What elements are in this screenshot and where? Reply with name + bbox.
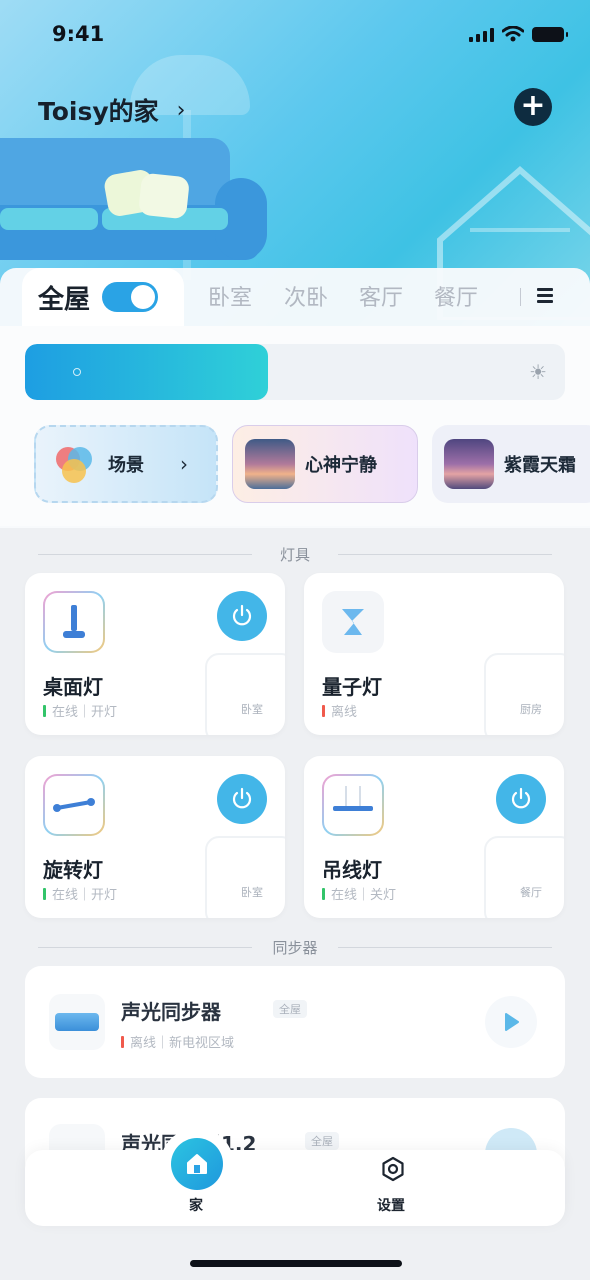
room-tag: 卧室 bbox=[241, 886, 263, 899]
plus-icon: + bbox=[520, 88, 546, 123]
device-status-text: 在线｜开灯 bbox=[52, 705, 118, 720]
brightness-fill bbox=[25, 344, 268, 400]
room-tag: 卧室 bbox=[241, 703, 263, 716]
tab-whole-house[interactable]: 全屋 bbox=[22, 268, 184, 326]
room-watermark-icon bbox=[205, 836, 285, 918]
device-name: 旋转灯 bbox=[43, 858, 103, 882]
toggle-knob bbox=[131, 285, 156, 309]
offline-indicator bbox=[121, 1035, 124, 1048]
device-status: 在线｜开灯 bbox=[43, 701, 117, 720]
online-indicator bbox=[43, 704, 46, 717]
tab-living-room[interactable]: 客厅 bbox=[359, 280, 403, 312]
gear-icon[interactable] bbox=[380, 1156, 406, 1182]
status-bar: 9:41 bbox=[0, 0, 590, 72]
device-name: 量子灯 bbox=[322, 675, 382, 699]
device-card-pendant-lamp[interactable]: 吊线灯 在线｜关灯 餐厅 bbox=[304, 756, 564, 918]
tab-divider bbox=[520, 288, 521, 306]
sync-status-text: 离线｜新电视区域 bbox=[130, 1036, 235, 1051]
brightness-slider[interactable]: ☀ bbox=[25, 344, 565, 400]
scene-color-icon bbox=[50, 443, 94, 485]
chevron-right-icon: › bbox=[176, 97, 186, 123]
room-tag: 厨房 bbox=[520, 703, 542, 716]
scene-preset-card[interactable]: 紫霞天霜 bbox=[432, 425, 590, 503]
room-watermark-icon bbox=[205, 653, 285, 735]
section-header-lights: 灯具 bbox=[38, 544, 552, 564]
scene-button[interactable]: 场景 › bbox=[34, 425, 218, 503]
brightness-handle[interactable] bbox=[73, 368, 81, 376]
sync-box-icon bbox=[49, 994, 105, 1050]
room-tag: 餐厅 bbox=[520, 886, 542, 899]
device-name: 桌面灯 bbox=[43, 675, 103, 699]
whole-house-toggle[interactable] bbox=[102, 282, 159, 312]
scene-thumbnail bbox=[444, 439, 494, 489]
scene-label: 场景 bbox=[108, 455, 144, 476]
device-card-quantum-lamp[interactable]: 量子灯 离线 厨房 bbox=[304, 573, 564, 735]
power-button[interactable] bbox=[217, 591, 267, 641]
online-indicator bbox=[43, 887, 46, 900]
power-button[interactable] bbox=[496, 774, 546, 824]
tab-whole-house-label: 全屋 bbox=[38, 284, 91, 315]
power-icon bbox=[232, 604, 252, 626]
nav-home-button[interactable] bbox=[171, 1138, 223, 1190]
power-icon bbox=[511, 787, 531, 809]
bottom-tab-bar bbox=[25, 1150, 565, 1226]
tab-second-bedroom[interactable]: 次卧 bbox=[284, 280, 328, 312]
room-watermark-icon bbox=[484, 653, 564, 735]
offline-indicator bbox=[322, 704, 325, 717]
nav-home-label[interactable]: 家 bbox=[189, 1195, 203, 1215]
sun-icon: ☀ bbox=[529, 360, 547, 384]
online-indicator bbox=[322, 887, 325, 900]
pendant-lamp-icon bbox=[322, 774, 384, 836]
sync-device-status: 离线｜新电视区域 bbox=[121, 1032, 234, 1051]
cellular-signal-icon bbox=[469, 26, 494, 42]
home-icon bbox=[187, 1154, 207, 1174]
power-icon bbox=[232, 787, 252, 809]
device-card-rotating-lamp[interactable]: 旋转灯 在线｜开灯 卧室 bbox=[25, 756, 285, 918]
battery-icon bbox=[532, 26, 568, 42]
menu-icon[interactable] bbox=[537, 288, 553, 304]
sofa-cushion bbox=[0, 208, 98, 230]
sync-device-name: 声光同步器 bbox=[121, 1000, 221, 1024]
nav-settings-label[interactable]: 设置 bbox=[377, 1195, 405, 1215]
device-status: 在线｜开灯 bbox=[43, 884, 117, 903]
section-title: 同步器 bbox=[272, 939, 318, 957]
device-status-text: 离线 bbox=[331, 705, 358, 720]
home-indicator bbox=[190, 1260, 402, 1267]
wifi-icon bbox=[502, 26, 524, 42]
scene-preset-name: 紫霞天霜 bbox=[504, 455, 576, 476]
scene-preset-name: 心神宁静 bbox=[305, 455, 377, 476]
tab-dining-room[interactable]: 餐厅 bbox=[434, 280, 478, 312]
play-icon bbox=[505, 1013, 519, 1031]
sync-room-badge: 全屋 bbox=[305, 1132, 339, 1150]
home-selector[interactable]: Toisy的家 › bbox=[38, 92, 185, 128]
status-icons bbox=[469, 26, 568, 42]
room-watermark-icon bbox=[484, 836, 564, 918]
rotating-lamp-icon bbox=[43, 774, 105, 836]
pillow-illustration bbox=[137, 172, 191, 220]
device-status-text: 在线｜开灯 bbox=[52, 888, 118, 903]
section-title: 灯具 bbox=[279, 546, 310, 564]
sync-device-card[interactable]: 声光同步器 全屋 离线｜新电视区域 bbox=[25, 966, 565, 1078]
device-status: 在线｜关灯 bbox=[322, 884, 396, 903]
scene-thumbnail bbox=[245, 439, 295, 489]
home-name: Toisy的家 bbox=[38, 97, 159, 126]
add-device-button[interactable]: + bbox=[514, 88, 552, 126]
device-card-desk-lamp[interactable]: 桌面灯 在线｜开灯 卧室 bbox=[25, 573, 285, 735]
status-time: 9:41 bbox=[52, 22, 105, 46]
sync-room-badge: 全屋 bbox=[273, 1000, 307, 1018]
power-button[interactable] bbox=[217, 774, 267, 824]
scene-preset-card[interactable]: 心神宁静 bbox=[232, 425, 418, 503]
chevron-right-icon: › bbox=[180, 452, 188, 476]
device-name: 吊线灯 bbox=[322, 858, 382, 882]
desk-lamp-icon bbox=[43, 591, 105, 653]
device-status: 离线 bbox=[322, 701, 357, 720]
tab-bedroom[interactable]: 卧室 bbox=[208, 280, 252, 312]
section-header-sync: 同步器 bbox=[38, 937, 552, 957]
quantum-lamp-icon bbox=[322, 591, 384, 653]
device-status-text: 在线｜关灯 bbox=[331, 888, 397, 903]
play-button[interactable] bbox=[485, 996, 537, 1048]
